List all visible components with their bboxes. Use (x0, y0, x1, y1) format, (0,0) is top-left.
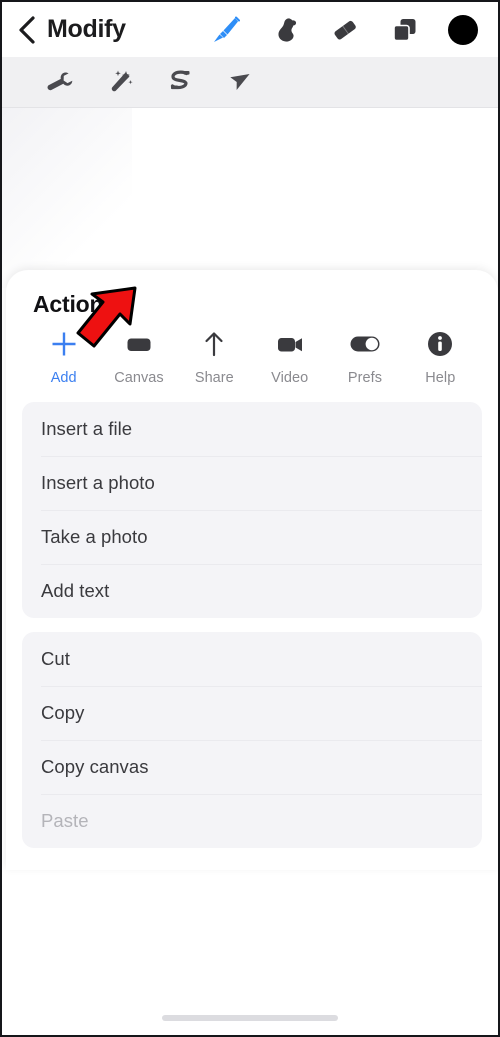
list-item-label: Insert a file (41, 418, 133, 439)
page-title: Modify (47, 15, 126, 43)
list-item-label: Cut (41, 648, 70, 669)
video-icon (275, 327, 305, 361)
color-swatch[interactable] (448, 14, 478, 45)
list-item-copy-canvas[interactable]: Copy canvas (22, 740, 482, 794)
canvas-shading (2, 108, 132, 288)
sheet-title: Actions (33, 291, 116, 317)
list-item-label: Insert a photo (41, 472, 155, 493)
quick-action-video[interactable]: Video (252, 327, 327, 386)
quick-action-help[interactable]: Help (403, 327, 478, 386)
quick-action-canvas[interactable]: Canvas (101, 327, 176, 386)
list-item-paste: Paste (22, 794, 482, 848)
quick-action-label: Canvas (114, 370, 164, 386)
smudge-icon[interactable] (268, 12, 302, 48)
clipboard-actions-group: Cut Copy Copy canvas Paste (22, 632, 482, 848)
canvas-icon (124, 327, 154, 361)
secondary-toolbar (2, 57, 498, 108)
list-item-copy[interactable]: Copy (22, 686, 482, 740)
plus-icon (49, 327, 79, 361)
list-item-cut[interactable]: Cut (22, 632, 482, 686)
quick-action-share[interactable]: Share (177, 327, 252, 386)
eraser-icon[interactable] (328, 12, 362, 48)
tool-buttons (208, 12, 484, 48)
info-icon (425, 327, 455, 361)
quick-actions-row: Add Canvas Share Video Prefs Help (6, 327, 498, 386)
insert-actions-group: Insert a file Insert a photo Take a phot… (22, 402, 482, 618)
magic-wand-icon[interactable] (104, 65, 136, 99)
quick-action-label: Add (50, 370, 77, 386)
share-icon (199, 327, 229, 361)
list-item-label: Take a photo (41, 526, 148, 547)
list-item-insert-a-file[interactable]: Insert a file (22, 402, 482, 456)
layers-icon[interactable] (388, 12, 422, 48)
list-item-label: Paste (41, 810, 89, 831)
select-arrow-icon[interactable] (224, 65, 256, 99)
quick-action-label: Prefs (347, 370, 383, 386)
quick-action-label: Help (425, 370, 456, 386)
list-item-label: Copy (41, 702, 85, 723)
quick-action-label: Share (194, 370, 234, 386)
back-icon[interactable] (16, 15, 38, 45)
actions-sheet: Actions Add Canvas Share Video Prefs Hel… (6, 270, 498, 870)
list-item-label: Copy canvas (41, 756, 149, 777)
quick-action-label: Video (271, 370, 309, 386)
wrench-icon[interactable] (44, 65, 76, 99)
quick-action-prefs[interactable]: Prefs (327, 327, 402, 386)
list-item-insert-a-photo[interactable]: Insert a photo (22, 456, 482, 510)
home-indicator[interactable] (162, 1015, 338, 1021)
list-item-add-text[interactable]: Add text (22, 564, 482, 618)
app-screen: Modify Actions Add Canvas Share Video Pr… (0, 0, 500, 1037)
quick-action-add[interactable]: Add (26, 327, 101, 386)
top-navigation-bar: Modify (2, 2, 498, 57)
list-item-label: Add text (41, 580, 110, 601)
list-item-take-a-photo[interactable]: Take a photo (22, 510, 482, 564)
distort-icon[interactable] (164, 65, 196, 99)
brush-icon[interactable] (208, 12, 242, 48)
toggle-icon (348, 327, 382, 361)
